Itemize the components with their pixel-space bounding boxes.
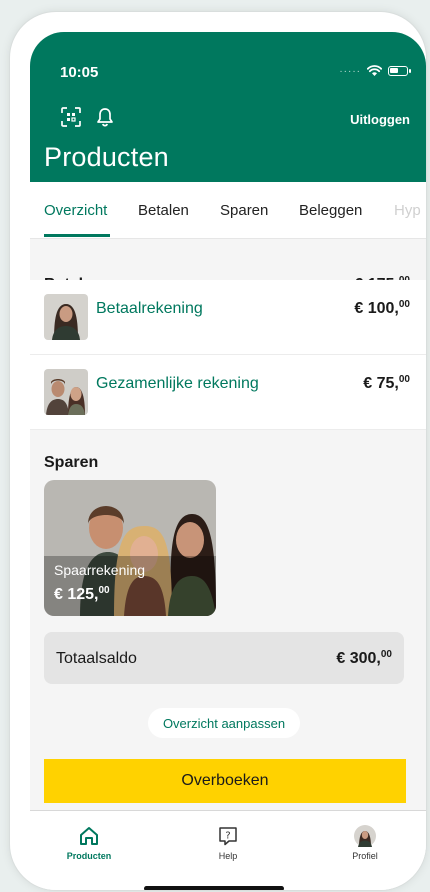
account-row-gezamenlijke-rekening[interactable]: Gezamenlijke rekening € 75,00 [30, 355, 426, 430]
tab-beleggen[interactable]: Beleggen [299, 202, 362, 219]
account-photo [44, 294, 88, 340]
tabbar-label: Profiel [352, 851, 378, 861]
logout-button[interactable]: Uitloggen [350, 112, 410, 127]
battery-icon [388, 66, 411, 76]
battery-level [390, 68, 398, 73]
app-header: 10:05 ····· Uitloggen Producten [30, 32, 426, 182]
signal-icon: ····· [339, 65, 361, 77]
qr-scan-icon[interactable] [60, 106, 82, 128]
help-icon: ? [219, 827, 237, 846]
tabbar-item-profiel[interactable]: Profiel [320, 825, 410, 861]
bell-icon[interactable] [94, 106, 116, 128]
transfer-button[interactable]: Overboeken [44, 759, 406, 803]
tab-hypotheek[interactable]: Hyp [394, 202, 421, 219]
section-title-sparen: Sparen [44, 454, 99, 471]
account-balance: € 100,00 [354, 299, 410, 317]
account-name: Gezamenlijke rekening [96, 375, 259, 392]
tabbar-label: Help [218, 851, 238, 861]
phone-frame: 10:05 ····· Uitloggen Producten Overzich… [10, 12, 426, 890]
home-icon [80, 827, 98, 845]
status-icons: ····· [339, 65, 411, 77]
savings-card-label: Spaarrekening [54, 562, 146, 578]
active-tab-indicator [44, 234, 110, 237]
tabbar-item-producten[interactable]: Producten [44, 825, 134, 861]
edit-overview-button[interactable]: Overzicht aanpassen [148, 708, 300, 738]
status-time: 10:05 [60, 64, 99, 81]
tabbar-item-help[interactable]: ? Help [183, 825, 273, 861]
bottom-tab-bar: Producten ? Help Profiel [30, 810, 426, 890]
account-photo [44, 369, 88, 415]
home-indicator[interactable] [144, 886, 284, 890]
wifi-icon [367, 65, 382, 76]
account-balance: € 75,00 [363, 374, 410, 392]
tab-betalen[interactable]: Betalen [138, 202, 189, 219]
tab-sparen[interactable]: Sparen [220, 202, 268, 219]
savings-card-balance: € 125,00 [54, 585, 110, 603]
page-title: Producten [44, 142, 169, 172]
product-tabs: Overzicht Betalen Sparen Beleggen Hyp [30, 182, 426, 239]
tabbar-label: Producten [66, 851, 112, 861]
account-row-betaalrekening[interactable]: Betaalrekening € 100,00 [30, 280, 426, 355]
savings-card[interactable]: Spaarrekening € 125,00 [44, 480, 216, 616]
svg-text:?: ? [225, 831, 230, 842]
total-balance-label: Totaalsaldo [56, 650, 137, 667]
account-name: Betaalrekening [96, 300, 203, 317]
total-balance-box: Totaalsaldo € 300,00 [44, 632, 404, 684]
tab-overzicht[interactable]: Overzicht [44, 202, 107, 219]
total-balance-amount: € 300,00 [336, 649, 392, 667]
app-screen: 10:05 ····· Uitloggen Producten Overzich… [30, 32, 426, 890]
profile-avatar-icon [354, 825, 376, 847]
